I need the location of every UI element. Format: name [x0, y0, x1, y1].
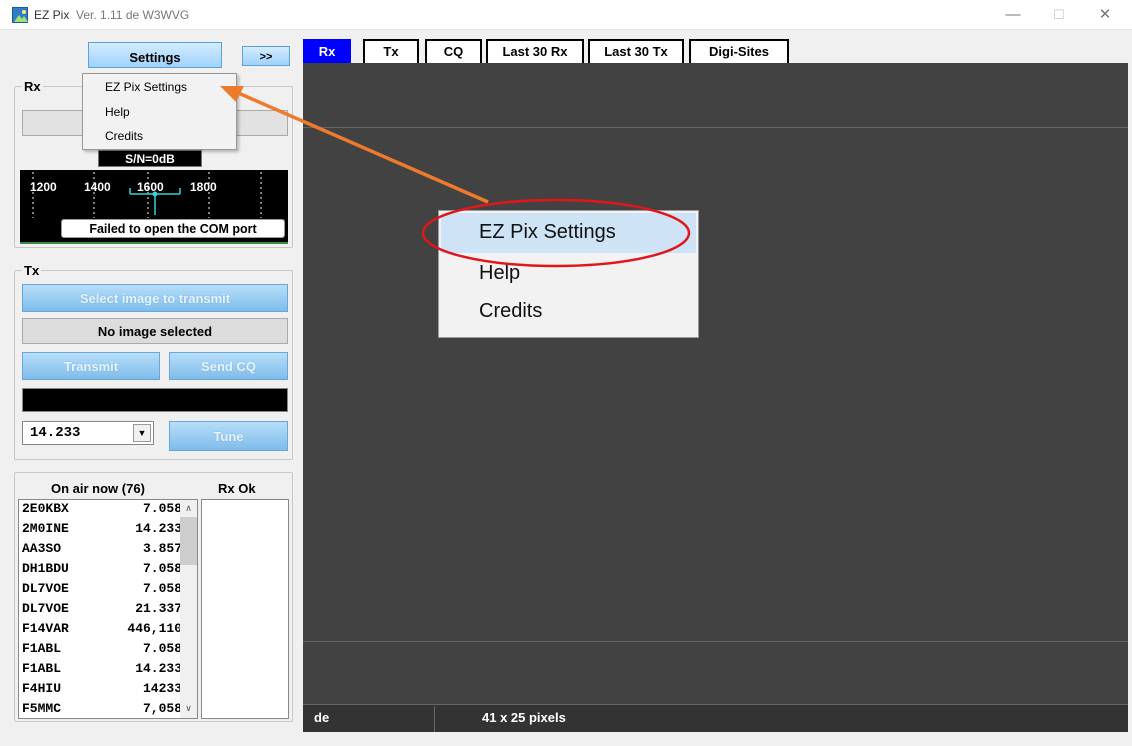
highlight-circle: [421, 198, 691, 268]
callout-arrow: [235, 90, 489, 204]
annotation-overlay: [220, 86, 691, 268]
